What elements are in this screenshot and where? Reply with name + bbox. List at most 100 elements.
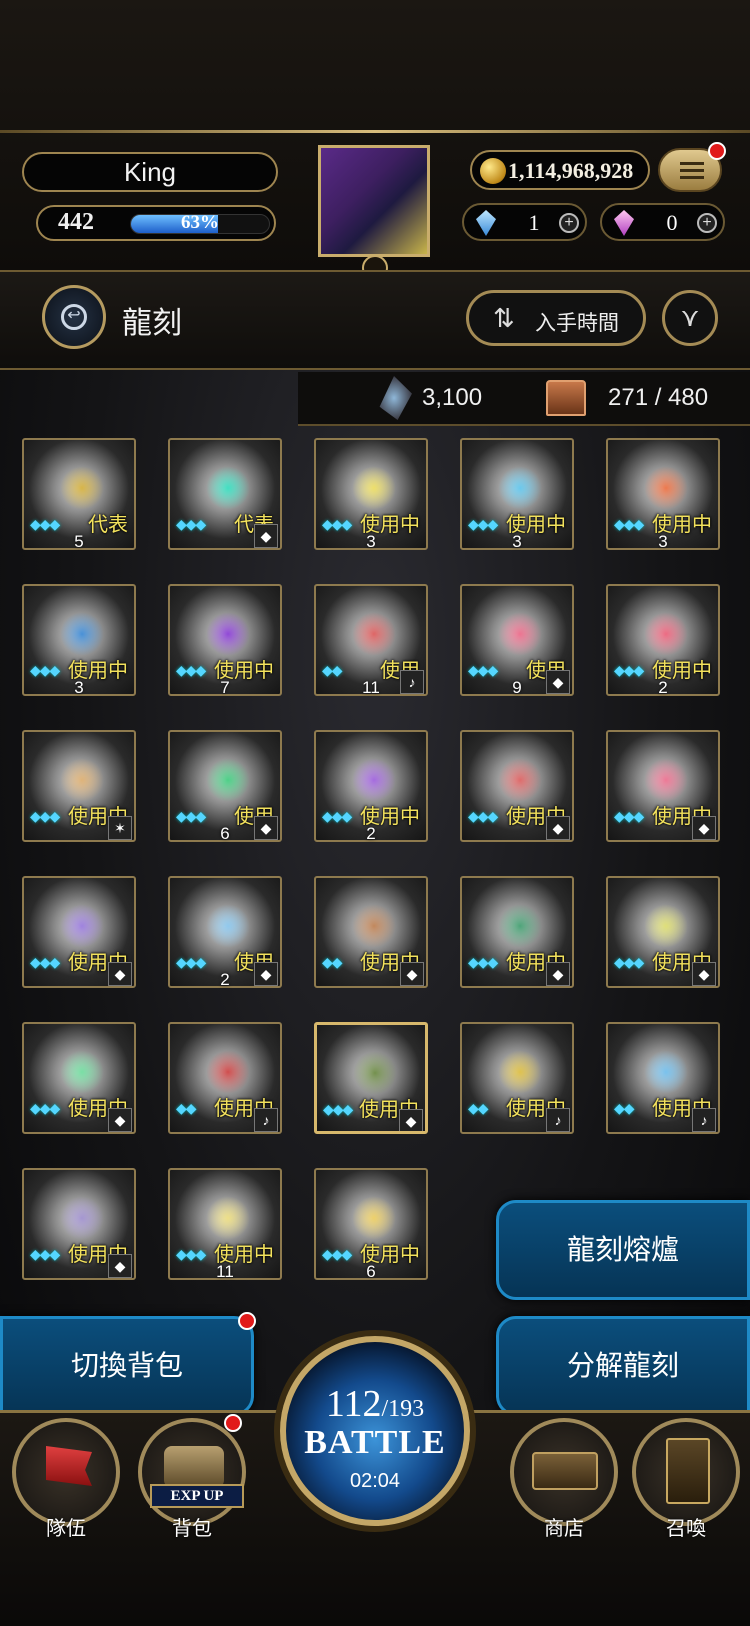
item-count: 11: [216, 1262, 234, 1281]
item-card[interactable]: ◆◆◆ 使用中 2: [314, 730, 428, 848]
pink-gem-amount: 0: [666, 210, 678, 235]
rarity-stars: ◆◆◆: [30, 516, 60, 532]
item-art-icon: [644, 612, 688, 656]
item-card[interactable]: ◆◆使用♪11: [314, 584, 428, 702]
exp-up-badge: EXP UP: [150, 1484, 244, 1508]
item-card[interactable]: ◆◆◆ 使用中 ◆: [606, 876, 720, 994]
item-card[interactable]: ◆◆◆ 使用中 3: [606, 438, 720, 556]
item-card-frame: ◆◆◆ 使用中 ✶: [22, 730, 136, 842]
menu-icon: [680, 162, 704, 165]
nav-team[interactable]: [12, 1418, 120, 1526]
player-name[interactable]: King: [22, 152, 278, 192]
item-card[interactable]: ◆◆◆ 使用中 ◆: [460, 876, 574, 994]
sort-label: 入手時間: [535, 312, 619, 335]
rarity-stars: ◆◆: [614, 1100, 635, 1116]
page-title: 龍刻: [122, 307, 182, 340]
filter-button[interactable]: ⋎: [662, 290, 718, 346]
item-card-frame: ◆◆◆ 使用中 ◆: [22, 876, 136, 988]
item-card-frame: ◆◆◆ 使用中 ◆: [460, 876, 574, 988]
item-art-icon: [352, 466, 396, 510]
element-tag-icon: ♪: [254, 1108, 278, 1132]
nav-summon[interactable]: [632, 1418, 740, 1526]
item-art-icon: [352, 1196, 396, 1240]
rarity-stars: ◆◆◆: [323, 1101, 353, 1117]
rarity-stars: ◆◆◆: [614, 662, 644, 678]
sort-icon: ⇅: [493, 303, 515, 333]
item-art-icon: [60, 1196, 104, 1240]
rarity-stars: ◆◆◆: [614, 808, 644, 824]
element-tag-icon: ◆: [399, 1109, 423, 1131]
item-card-frame: ◆◆ 使用中 ♪: [168, 1022, 282, 1134]
item-card[interactable]: ◆◆◆ 使用中 3: [314, 438, 428, 556]
item-card[interactable]: ◆◆◆ 使用中 11: [168, 1168, 282, 1286]
item-card[interactable]: ◆◆◆使用◆2: [168, 876, 282, 994]
element-tag-icon: ◆: [108, 1254, 132, 1278]
element-tag-icon: ◆: [692, 962, 716, 986]
menu-button[interactable]: [658, 142, 726, 192]
rarity-stars: ◆◆◆: [176, 1246, 206, 1262]
element-tag-icon: ♪: [692, 1108, 716, 1132]
item-card[interactable]: ◆◆◆ 使用中 ◆: [314, 1022, 428, 1140]
item-count: 5: [74, 532, 84, 551]
element-tag-icon: ◆: [546, 962, 570, 986]
nav-team-label: 隊伍: [46, 1518, 86, 1540]
item-card[interactable]: ◆◆◆ 使用中 3: [460, 438, 574, 556]
sort-button[interactable]: ⇅ 入手時間: [466, 290, 646, 346]
item-card[interactable]: ◆◆ 使用中 ◆: [314, 876, 428, 994]
element-tag-icon: ◆: [546, 816, 570, 840]
item-card[interactable]: ◆◆◆ 代表 5: [22, 438, 136, 556]
item-card[interactable]: ◆◆◆ 使用中 ◆: [460, 730, 574, 848]
item-card[interactable]: ◆◆◆ 使用中 ◆: [22, 1168, 136, 1286]
frame-divider: [0, 130, 750, 133]
back-button[interactable]: ↩: [42, 285, 106, 349]
notification-dot: [708, 142, 726, 160]
coin-icon: [480, 158, 506, 184]
item-card-frame: ◆◆◆代表◆: [168, 438, 282, 550]
item-card-frame: ◆◆◆ 使用中 ◆: [22, 1022, 136, 1134]
rarity-stars: ◆◆◆: [468, 516, 498, 532]
item-art-icon: [498, 612, 542, 656]
nav-bag-label: 背包: [172, 1518, 212, 1540]
battle-label: BATTLE: [304, 1424, 446, 1461]
blue-gem-icon: [476, 210, 496, 236]
forge-button[interactable]: 龍刻熔爐: [496, 1200, 750, 1300]
item-art-icon: [352, 904, 396, 948]
add-pink-gem-button[interactable]: +: [697, 213, 717, 233]
blue-gem-counter: 1 +: [462, 203, 587, 241]
chest-icon: [546, 380, 586, 416]
item-card[interactable]: ◆◆ 使用中 ♪: [168, 1022, 282, 1140]
inventory-capacity: 271 / 480: [608, 384, 709, 411]
summon-card-icon: [666, 1438, 710, 1504]
add-blue-gem-button[interactable]: +: [559, 213, 579, 233]
switch-bag-button[interactable]: 切換背包: [0, 1316, 254, 1416]
item-card[interactable]: ◆◆◆代表◆: [168, 438, 282, 556]
rarity-stars: ◆◆◆: [468, 954, 498, 970]
item-card[interactable]: ◆◆◆使用◆6: [168, 730, 282, 848]
item-art-icon: [644, 758, 688, 802]
dismantle-button[interactable]: 分解龍刻: [496, 1316, 750, 1416]
rarity-stars: ◆◆◆: [176, 808, 206, 824]
item-card[interactable]: ◆◆◆ 使用中 ◆: [606, 730, 720, 848]
item-count: 6: [366, 1262, 376, 1281]
item-card[interactable]: ◆◆ 使用中 ♪: [606, 1022, 720, 1140]
nav-shop[interactable]: [510, 1418, 618, 1526]
player-level: 442: [58, 209, 94, 235]
item-card[interactable]: ◆◆◆ 使用中 2: [606, 584, 720, 702]
item-art-icon: [60, 904, 104, 948]
item-card[interactable]: ◆◆◆ 使用中 7: [168, 584, 282, 702]
element-tag-icon: ◆: [692, 816, 716, 840]
item-card[interactable]: ◆◆◆ 使用中 ✶: [22, 730, 136, 848]
notification-dot: [238, 1312, 256, 1330]
rarity-stars: ◆◆◆: [176, 516, 206, 532]
item-card[interactable]: ◆◆◆ 使用中 6: [314, 1168, 428, 1286]
rarity-stars: ◆◆◆: [468, 662, 498, 678]
item-card[interactable]: ◆◆◆ 使用中 ◆: [22, 876, 136, 994]
item-card[interactable]: ◆◆◆使用◆9: [460, 584, 574, 702]
item-card[interactable]: ◆◆◆ 使用中 ◆: [22, 1022, 136, 1140]
player-avatar[interactable]: [318, 145, 430, 257]
item-card[interactable]: ◆◆◆ 使用中 3: [22, 584, 136, 702]
rarity-stars: ◆◆◆: [614, 954, 644, 970]
nav-bag[interactable]: [138, 1418, 246, 1526]
item-card[interactable]: ◆◆ 使用中 ♪: [460, 1022, 574, 1140]
item-art-icon: [352, 758, 396, 802]
